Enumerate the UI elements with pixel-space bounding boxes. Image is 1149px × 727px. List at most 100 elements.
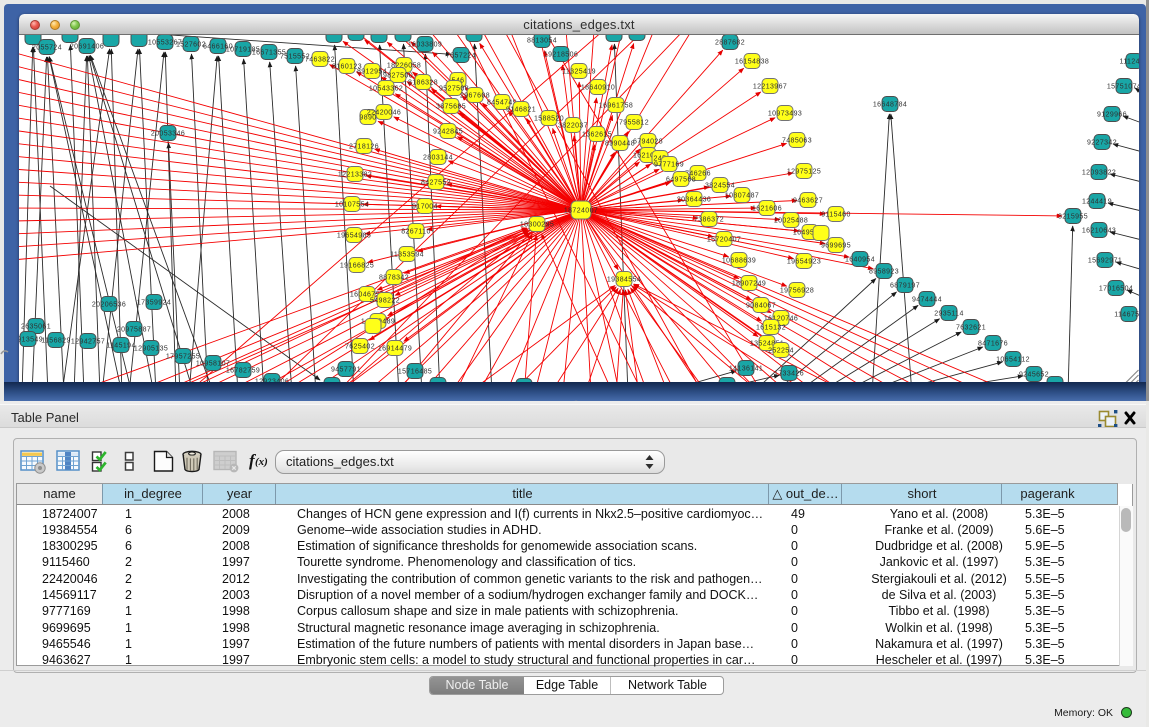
svg-text:3822037: 3822037 xyxy=(558,123,588,130)
svg-text:1588520: 1588520 xyxy=(534,116,564,123)
svg-text:9242845: 9242845 xyxy=(433,129,463,136)
svg-text:6497568: 6497568 xyxy=(666,177,696,184)
svg-text:8471676: 8471676 xyxy=(978,341,1008,348)
svg-text:9129966: 9129966 xyxy=(1097,112,1127,119)
svg-text:19384554: 19384554 xyxy=(607,277,641,284)
svg-text:10807487: 10807487 xyxy=(725,193,759,200)
svg-text:12905135: 12905135 xyxy=(134,346,168,353)
svg-text:3913549: 3913549 xyxy=(19,337,43,344)
svg-text:7485063: 7485063 xyxy=(782,138,812,145)
svg-text:15751074: 15751074 xyxy=(1107,84,1139,91)
svg-text:1527602: 1527602 xyxy=(176,42,206,49)
svg-text:18640910: 18640910 xyxy=(581,85,615,92)
svg-text:7632621: 7632621 xyxy=(956,325,986,332)
svg-text:1145194: 1145194 xyxy=(106,343,136,350)
svg-text:8878342: 8878342 xyxy=(379,275,409,282)
svg-text:12213967: 12213967 xyxy=(753,84,787,91)
svg-text:12942757: 12942757 xyxy=(71,339,105,346)
svg-text:18300295: 18300295 xyxy=(520,222,554,229)
svg-text:8990448: 8990448 xyxy=(605,141,635,148)
svg-text:1156829: 1156829 xyxy=(41,338,71,345)
svg-text:19654985: 19654985 xyxy=(337,233,371,240)
svg-text:12093822: 12093822 xyxy=(1082,170,1116,177)
svg-text:1733426: 1733426 xyxy=(774,371,804,378)
svg-text:6794028: 6794028 xyxy=(633,139,663,146)
svg-text:19166825: 19166825 xyxy=(340,263,374,270)
svg-text:9227342: 9227342 xyxy=(1087,140,1117,147)
svg-text:9527508: 9527508 xyxy=(439,86,469,93)
svg-text:7955812: 7955812 xyxy=(619,120,649,127)
svg-text:9474444: 9474444 xyxy=(912,297,942,304)
svg-text:9699695: 9699695 xyxy=(821,243,851,250)
svg-text:7463822: 7463822 xyxy=(305,57,335,64)
svg-text:1640954: 1640954 xyxy=(845,257,875,264)
svg-text:9777169: 9777169 xyxy=(654,162,684,169)
svg-text:17359924: 17359924 xyxy=(137,300,171,307)
svg-text:2635061: 2635061 xyxy=(21,324,51,331)
svg-text:15716485: 15716485 xyxy=(398,369,432,376)
svg-text:20053346: 20053346 xyxy=(151,131,185,138)
svg-text:9115460: 9115460 xyxy=(821,212,851,219)
svg-text:8958923: 8958923 xyxy=(869,269,899,276)
svg-text:917004: 917004 xyxy=(412,204,438,211)
svg-text:20691406: 20691406 xyxy=(70,44,104,51)
svg-text:8267110: 8267110 xyxy=(401,229,431,236)
svg-text:19756928: 19756928 xyxy=(780,288,814,295)
svg-text:12213382: 12213382 xyxy=(338,172,372,179)
svg-text:2803144: 2803144 xyxy=(423,155,453,162)
svg-text:16648784: 16648784 xyxy=(873,102,907,109)
svg-text:10543362: 10543362 xyxy=(369,86,403,93)
svg-text:19218506: 19218506 xyxy=(544,52,578,59)
svg-text:9827500: 9827500 xyxy=(383,73,413,80)
svg-text:3215955: 3215955 xyxy=(1058,214,1088,221)
svg-text:252254: 252254 xyxy=(768,348,794,355)
svg-text:5498222: 5498222 xyxy=(370,298,400,305)
svg-text:9463627: 9463627 xyxy=(793,198,823,205)
svg-text:16914479: 16914479 xyxy=(378,346,412,353)
svg-text:2887682: 2887682 xyxy=(715,40,745,47)
svg-text:2718126: 2718126 xyxy=(349,144,379,151)
svg-text:17957255: 17957255 xyxy=(166,354,200,361)
svg-text:1244419: 1244419 xyxy=(1082,199,1112,206)
svg-text:7625402: 7625402 xyxy=(345,344,375,351)
svg-text:10688639: 10688639 xyxy=(722,258,756,265)
svg-text:19654923: 19654923 xyxy=(787,259,821,266)
svg-text:10025488: 10025488 xyxy=(774,218,808,225)
svg-text:9146821: 9146821 xyxy=(506,107,536,114)
svg-text:9457791: 9457791 xyxy=(331,367,361,374)
svg-text:10654112: 10654112 xyxy=(996,357,1030,364)
svg-text:2055724: 2055724 xyxy=(32,45,62,52)
svg-text:7857224: 7857224 xyxy=(446,53,476,60)
svg-text:(x): (x) xyxy=(255,456,268,468)
svg-text:16782759: 16782759 xyxy=(226,368,260,375)
svg-text:10973493: 10973493 xyxy=(768,111,802,118)
svg-text:3824554: 3824554 xyxy=(705,183,735,190)
svg-text:2967608: 2967608 xyxy=(460,93,490,100)
svg-text:12975125: 12975125 xyxy=(787,169,821,176)
svg-text:20364436: 20364436 xyxy=(677,197,711,204)
svg-text:11325419: 11325419 xyxy=(562,69,596,76)
svg-text:8427552: 8427552 xyxy=(421,180,451,187)
svg-text:16033809: 16033809 xyxy=(408,42,442,49)
svg-text:16154838: 16154838 xyxy=(735,59,769,66)
svg-text:20975887: 20975887 xyxy=(117,327,151,334)
svg-text:18907249: 18907249 xyxy=(732,281,766,288)
svg-text:1615132: 1615132 xyxy=(756,325,786,332)
svg-text:7386372: 7386372 xyxy=(694,217,724,224)
svg-text:17016504: 17016504 xyxy=(1099,286,1133,293)
svg-text:3875685: 3875685 xyxy=(436,104,466,111)
svg-text:9084067: 9084067 xyxy=(746,303,776,310)
svg-text:10107554: 10107554 xyxy=(335,202,369,209)
svg-text:1621606: 1621606 xyxy=(752,206,782,213)
svg-text:14136141: 14136141 xyxy=(729,366,763,373)
svg-text:6879197: 6879197 xyxy=(890,283,920,290)
svg-text:1362615: 1362615 xyxy=(582,132,612,139)
svg-text:10958107: 10958107 xyxy=(196,361,230,368)
svg-text:15720407: 15720407 xyxy=(707,237,741,244)
svg-text:16961758: 16961758 xyxy=(599,103,633,110)
svg-text:18724007: 18724007 xyxy=(564,208,598,215)
svg-text:2935114: 2935114 xyxy=(934,311,964,318)
svg-text:1112406: 1112406 xyxy=(1119,59,1139,66)
svg-text:20206536: 20206536 xyxy=(92,302,126,309)
svg-text:1146753: 1146753 xyxy=(1114,312,1139,319)
